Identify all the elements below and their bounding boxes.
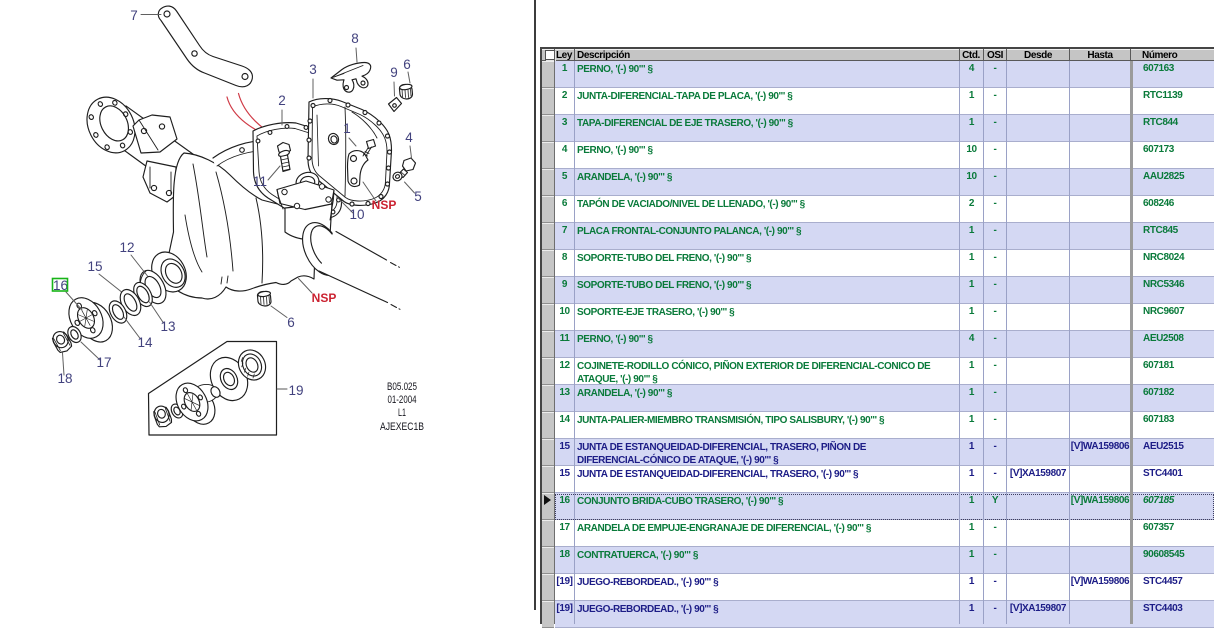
svg-text:15: 15 — [87, 259, 102, 274]
svg-text:9: 9 — [390, 65, 398, 80]
svg-text:11: 11 — [253, 174, 267, 189]
svg-text:10: 10 — [349, 207, 364, 222]
svg-text:L1: L1 — [398, 407, 406, 419]
svg-text:8: 8 — [351, 31, 359, 46]
svg-text:19: 19 — [288, 383, 303, 398]
svg-text:4: 4 — [405, 130, 413, 145]
svg-text:12: 12 — [119, 240, 134, 255]
svg-text:B05.025: B05.025 — [387, 381, 417, 393]
svg-text:7: 7 — [130, 8, 138, 23]
svg-text:2: 2 — [278, 93, 286, 108]
svg-text:17: 17 — [96, 355, 111, 370]
svg-text:5: 5 — [414, 189, 422, 204]
svg-text:NSP: NSP — [312, 291, 337, 305]
svg-text:AJEXEC1B: AJEXEC1B — [380, 421, 424, 433]
svg-text:NSP: NSP — [372, 198, 397, 212]
svg-text:01-2004: 01-2004 — [388, 394, 417, 406]
svg-text:1: 1 — [343, 121, 351, 136]
svg-text:3: 3 — [309, 62, 317, 77]
svg-text:18: 18 — [57, 371, 72, 386]
svg-text:14: 14 — [137, 335, 153, 350]
svg-text:13: 13 — [160, 319, 175, 334]
svg-text:6: 6 — [287, 315, 295, 330]
svg-text:6: 6 — [403, 57, 411, 72]
